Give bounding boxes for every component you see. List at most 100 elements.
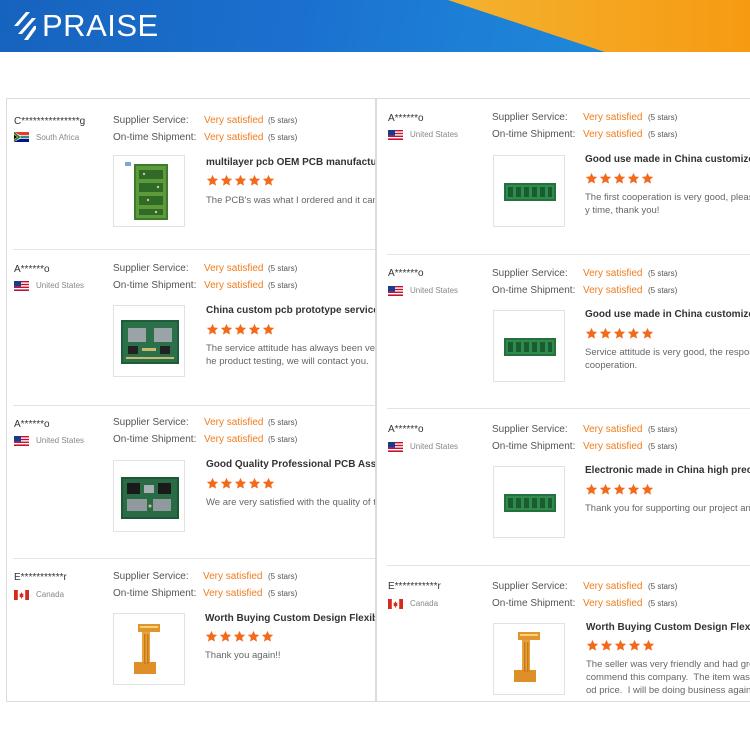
product-thumbnail[interactable] [113,305,185,377]
supplier-service-label: Supplier Service: [113,417,189,428]
review-card: C***************g South Africa Supplier … [7,99,375,249]
product-thumbnail[interactable] [493,310,565,382]
us-flag-icon [388,286,403,296]
product-title[interactable]: multilayer pcb OEM PCB manufacture pcb b… [206,157,375,169]
star-icon [206,174,219,186]
reviewer-country: Canada [36,590,65,599]
ontime-shipment-label: On-time Shipment: [492,285,576,296]
star-icon [599,172,612,184]
reviewer-country: Canada [410,599,439,608]
review-comment: Thank you again!! [205,650,281,661]
product-thumbnail[interactable] [493,155,565,227]
brand-name: PRAISE [42,8,159,43]
pcb-assembly-icon [121,320,179,364]
ontime-shipment-label: On-time Shipment: [113,434,197,445]
supplier-service-value: Very satisfied [583,581,643,592]
south-africa-flag-icon [14,132,29,142]
pcb-board-tall-icon [125,162,168,220]
star-icon [641,483,654,495]
ontime-shipment-value: Very satisfied [204,280,264,291]
ontime-shipment-value: Very satisfied [583,129,643,140]
ontime-shipment-value: Very satisfied [204,132,264,143]
star-icon [613,327,626,339]
review-comment: We are very satisfied with the quality o… [206,497,376,508]
star-icon [586,639,599,651]
star-icon [205,630,218,642]
review-card: A******o United States Supplier Service:… [377,255,750,408]
star-icon [585,483,598,495]
supplier-service-stars: (5 stars) [268,572,298,581]
ontime-shipment-stars: (5 stars) [648,599,678,608]
praise-logo-icon [14,12,36,40]
star-icon [627,172,640,184]
star-icon [262,174,275,186]
review-card: A******o United States Supplier Service:… [377,409,750,565]
rating-stars [206,174,275,188]
product-title[interactable]: Worth Buying Custom Design Flexible Elec… [205,613,375,625]
product-title[interactable]: Good Quality Professional PCB Assembly S… [206,459,375,471]
reviewer-name: A******o [388,113,424,124]
reviews-panel-right: A******o United States Supplier Service:… [376,98,750,702]
pcb-strip-icon [504,494,556,512]
star-icon [262,323,275,335]
rating-stars [585,327,654,341]
reviewer-country: United States [410,130,459,139]
supplier-service-stars: (5 stars) [648,425,678,434]
supplier-service-value: Very satisfied [583,268,643,279]
us-flag-icon [14,281,29,291]
supplier-service-label: Supplier Service: [492,581,568,592]
supplier-service-label: Supplier Service: [113,571,189,582]
ontime-shipment-value: Very satisfied [583,441,643,452]
review-card: A******o United States Supplier Service:… [7,250,375,405]
review-comment: Thank you for supporting our project and… [585,503,750,514]
product-title[interactable]: China custom pcb prototype service suppl… [206,305,375,317]
supplier-service-label: Supplier Service: [492,268,568,279]
star-icon [219,630,232,642]
ontime-shipment-value: Very satisfied [203,588,263,599]
supplier-service-stars: (5 stars) [268,116,298,125]
star-icon [206,477,219,489]
product-thumbnail[interactable] [113,460,185,532]
canada-flag-icon [14,590,29,600]
product-title[interactable]: Electronic made in China high precision … [585,465,750,477]
product-title[interactable]: Good use made in China customized multil… [585,309,750,321]
product-thumbnail[interactable] [113,613,185,685]
star-icon [262,477,275,489]
reviewer-country: United States [36,281,85,290]
star-icon [627,483,640,495]
product-thumbnail[interactable] [493,623,565,695]
review-comment: The service attitude has always been ver… [206,343,375,367]
supplier-service-label: Supplier Service: [492,424,568,435]
reviewer-name: C***************g [14,116,86,127]
rating-stars [585,172,654,186]
review-comment: The seller was very friendly and had gre… [586,659,750,696]
ontime-shipment-label: On-time Shipment: [492,129,576,140]
ontime-shipment-label: On-time Shipment: [113,280,197,291]
us-flag-icon [388,442,403,452]
review-card: A******o United States Supplier Service:… [7,406,375,558]
star-icon [627,327,640,339]
review-card: E***********r Canada Supplier Service: V… [7,559,375,701]
star-icon [628,639,641,651]
star-icon [220,174,233,186]
reviewer-country: United States [410,442,459,451]
supplier-service-stars: (5 stars) [648,582,678,591]
flexible-pcb-icon [134,624,160,674]
supplier-service-stars: (5 stars) [648,269,678,278]
reviewer-country: United States [410,286,459,295]
supplier-service-stars: (5 stars) [648,113,678,122]
product-thumbnail[interactable] [113,155,185,227]
rating-stars [205,630,274,644]
product-thumbnail[interactable] [493,466,565,538]
reviewer-name: A******o [388,424,424,435]
product-title[interactable]: Worth Buying Custom Design Flexible Elec… [586,622,750,634]
ontime-shipment-stars: (5 stars) [268,435,298,444]
supplier-service-stars: (5 stars) [268,264,298,273]
reviewer-name: A******o [388,268,424,279]
ontime-shipment-value: Very satisfied [583,598,643,609]
ontime-shipment-value: Very satisfied [583,285,643,296]
star-icon [206,323,219,335]
product-title[interactable]: Good use made in China customized multil… [585,154,750,166]
ontime-shipment-stars: (5 stars) [268,133,298,142]
star-icon [248,174,261,186]
